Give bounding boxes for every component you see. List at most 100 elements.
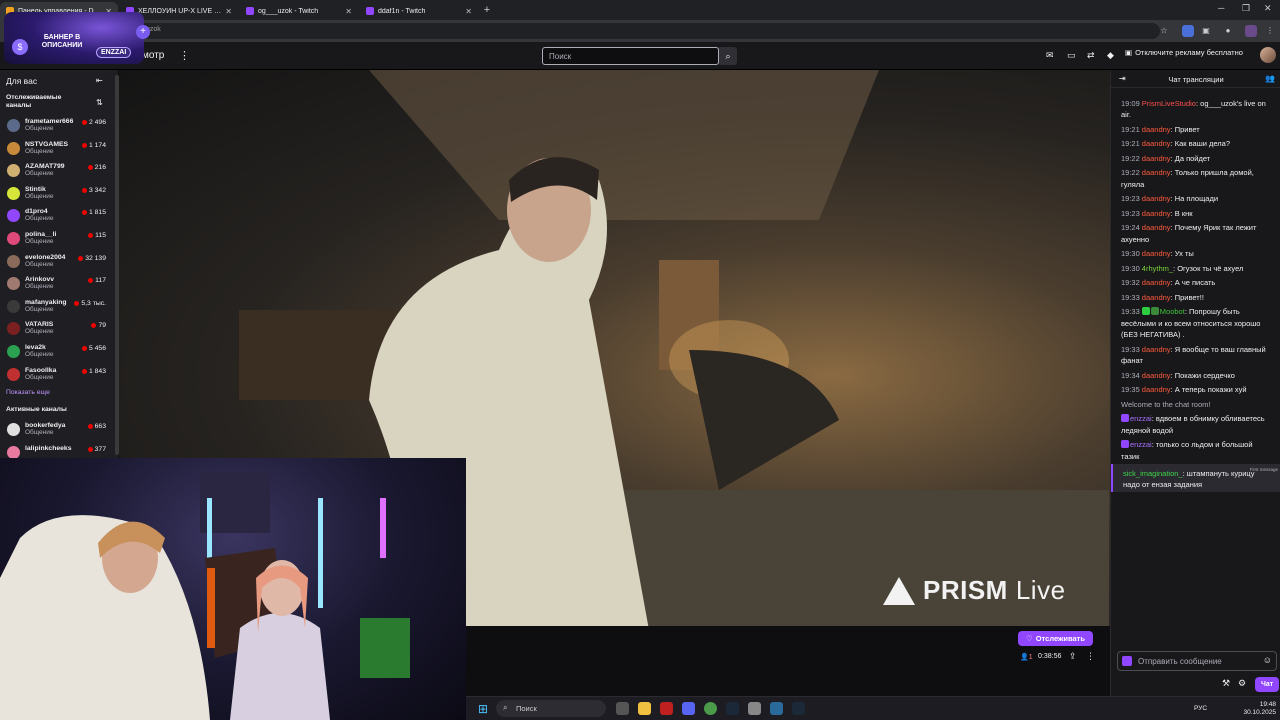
inbox-icon[interactable]: ✉ [1046,50,1054,61]
message-username[interactable]: daandny [1142,249,1171,258]
sidebar-channel-stintik[interactable]: Stintik Общение 3 342 [0,182,118,205]
chat-message[interactable]: 19:21 daandny: Привет [1111,122,1280,137]
chat-message[interactable]: 19:23 daandny: На площади [1111,192,1280,207]
maximize-icon[interactable]: ❐ [1242,3,1250,14]
more-menu-icon[interactable]: ⋮ [179,49,190,62]
message-username[interactable]: daandny [1142,293,1171,302]
chat-settings-icon[interactable]: ⚙ [1238,678,1246,689]
browser-tab-ddaf1n[interactable]: ddaf1n - Twitch ✕ [360,2,478,20]
sidebar-channel-vataris[interactable]: VATARIS Общение 79 [0,317,118,340]
message-username[interactable]: enzzai [1130,440,1152,449]
bits-icon[interactable]: ◆ [1107,50,1114,61]
sidebar-channel-evelone2004[interactable]: evelone2004 Общение 32 139 [0,250,118,273]
steam-icon[interactable] [726,702,739,715]
chat-message[interactable]: 19:34 daandny: Покажи сердечко [1111,368,1280,383]
app-icon[interactable] [748,702,761,715]
chat-message[interactable]: 19:22 daandny: Да пойдет [1111,151,1280,166]
chrome-icon[interactable] [704,702,717,715]
message-username[interactable]: daandny [1142,154,1171,163]
message-username[interactable]: 4rhythm_ [1142,264,1173,273]
url-field[interactable]: uzok [100,23,1160,39]
message-username[interactable]: daandny [1142,223,1171,232]
steam-icon[interactable] [792,702,805,715]
message-username[interactable]: daandny [1142,194,1171,203]
close-tab-icon[interactable]: ✕ [225,7,232,16]
windows-start-icon[interactable]: ⊞ [478,702,488,716]
chat-message[interactable]: 19:35 daandny: А теперь покажи хуй [1111,383,1280,398]
sidebar-channel-polina__li[interactable]: polina__li Общение 115 [0,227,118,250]
message-username[interactable]: Moobot [1160,307,1185,316]
whispers-icon[interactable]: ▭ [1067,50,1076,61]
system-clock[interactable]: 19:48 30.10.2025 [1243,701,1276,717]
browser-tab-oguzok[interactable]: og___uzok - Twitch ✕ [240,2,358,20]
share-icon[interactable]: ⇪ [1069,651,1077,662]
sidebar-channel-leva2k[interactable]: leva2k Общение 5 456 [0,340,118,363]
chat-message[interactable]: enzzai: вдвоем в обнимку обливаетесь лед… [1111,412,1280,438]
show-more-link[interactable]: Показать еще [0,385,118,402]
browser-menu-icon[interactable]: ⋮ [1264,25,1276,37]
message-username[interactable]: enzzai [1130,414,1152,423]
chat-message[interactable]: enzzai: только со льдом и большой тазик [1111,438,1280,464]
message-username[interactable]: daandny [1142,139,1171,148]
chat-message[interactable]: 19:33 daandny: Привет!! [1111,290,1280,305]
sidebar-channel-arinkovv[interactable]: Arinkovv Общение 117 [0,272,118,295]
search-icon[interactable]: ⌕ [719,47,737,65]
message-username[interactable]: PrismLiveStudio [1142,99,1196,108]
channel-points-icon[interactable] [1122,656,1132,666]
message-username[interactable]: daandny [1142,345,1171,354]
profile-icon[interactable]: ● [1222,25,1234,37]
sidebar-channel-bookerfedya[interactable]: bookerfedya Общение 663 [0,418,118,441]
sidebar-channel-lalipinkcheeks[interactable]: lalipinkcheeks 377 [0,441,118,458]
message-username[interactable]: daandny [1142,209,1171,218]
message-username[interactable]: sick_imagination_ [1123,469,1183,478]
chat-message[interactable]: 19:22 daandny: Только пришла домой, гулял… [1111,166,1280,192]
close-window-icon[interactable]: ✕ [1264,3,1272,14]
chat-message[interactable]: 19:33 daandny: Я вообще то ваш главный фа… [1111,342,1280,368]
message-username[interactable]: daandny [1142,168,1171,177]
chat-message[interactable]: 19:23 daandny: В кнк [1111,206,1280,221]
chat-message[interactable]: 19:30 daandny: Ух ты [1111,247,1280,262]
chat-message[interactable]: 19:09 PrismLiveStudio: og___uzok's live o… [1111,96,1280,122]
app-icon[interactable] [660,702,673,715]
message-username[interactable]: daandny [1142,385,1171,394]
extension-icon[interactable] [1182,25,1194,37]
discord-icon[interactable] [682,702,695,715]
search-input[interactable]: Поиск [542,47,719,65]
taskbar-search[interactable]: ⌕ Поиск [496,700,606,717]
sidebar-channel-azamat799[interactable]: AZAMAT799 Общение 216 [0,159,118,182]
first-message-highlight[interactable]: First message sick_imagination_: штампану… [1111,463,1280,492]
extensions-puzzle-icon[interactable]: ▣ [1200,25,1212,37]
translate-icon[interactable]: ⇄ [1087,50,1095,61]
file-explorer-icon[interactable] [638,702,651,715]
browse-link[interactable]: мотр [142,50,164,61]
chat-input[interactable]: Отправить сообщение ☺ [1117,651,1277,671]
sidebar-channel-frametamer666[interactable]: frametamer666 Общение 2 496 [0,114,118,137]
close-tab-icon[interactable]: ✕ [345,7,352,16]
new-tab-button[interactable]: + [480,4,494,16]
sidebar-channel-mafanyaking[interactable]: mafanyaking Общение 5,3 тыс. [0,295,118,318]
collapse-sidebar-icon[interactable]: ⇤ [96,76,103,85]
community-icon[interactable]: 👥 [1265,74,1275,83]
ad-free-button[interactable]: ▣ Отключите рекламу бесплатно [1125,48,1243,57]
close-tab-icon[interactable]: ✕ [465,7,472,16]
message-username[interactable]: daandny [1142,371,1171,380]
chat-send-button[interactable]: Чат [1255,677,1280,692]
sidebar-channel-fasoollka[interactable]: Fasoollka Общение 1 843 [0,363,118,386]
chat-tools-icon[interactable]: ⚒ [1222,678,1230,689]
task-view-icon[interactable] [616,702,629,715]
user-avatar[interactable] [1260,47,1276,63]
bookmark-star-icon[interactable]: ☆ [1158,25,1170,37]
sidebar-channel-nstvgames[interactable]: NSTVGAMES Общение 1 174 [0,137,118,160]
chat-message[interactable]: 19:21 daandny: Как ваши дела? [1111,137,1280,152]
sort-icon[interactable]: ⇅ [96,98,103,107]
message-username[interactable]: daandny [1142,125,1171,134]
chat-message[interactable]: 19:32 daandny: А че писать [1111,276,1280,291]
sidebar-channel-d1pro4[interactable]: d1pro4 Общение 1 815 [0,204,118,227]
chat-message[interactable]: 19:33 Moobot: Попрошу быть весёлыми и ко … [1111,305,1280,343]
emote-picker-icon[interactable]: ☺ [1263,655,1272,665]
follow-button[interactable]: ♡ Отслеживать [1018,631,1093,646]
app-icon[interactable] [770,702,783,715]
profile-avatar-icon[interactable] [1245,25,1257,37]
chat-message[interactable]: 19:30 4rhythm_: Огузок ты чё ахуел [1111,261,1280,276]
minimize-icon[interactable]: ─ [1218,3,1224,13]
